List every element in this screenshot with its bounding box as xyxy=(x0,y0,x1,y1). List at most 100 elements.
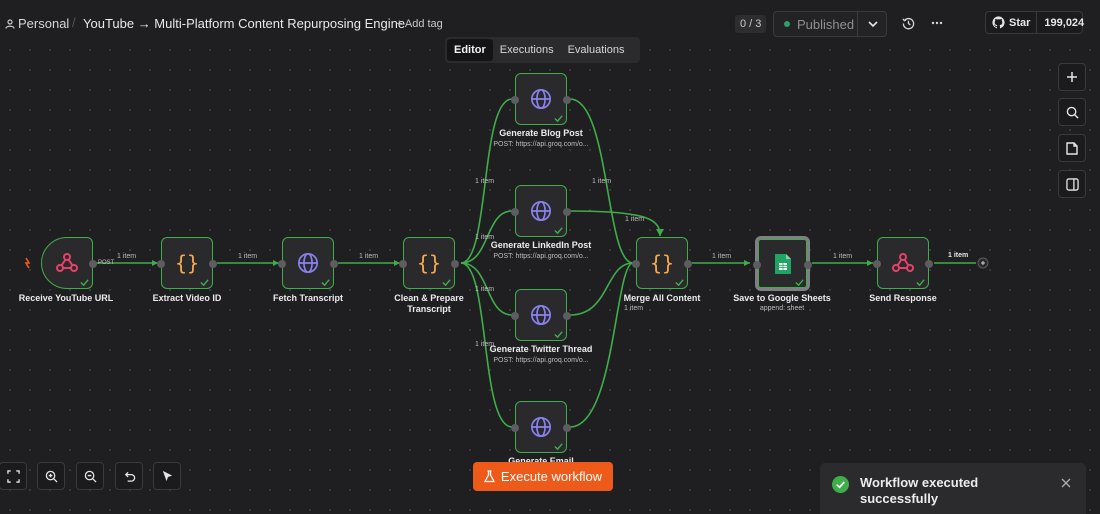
node-generate-blog-post[interactable] xyxy=(511,73,571,125)
history-icon xyxy=(901,17,914,29)
input-port[interactable] xyxy=(278,260,286,268)
globe-icon xyxy=(531,417,551,437)
execute-workflow-label: Execute workflow xyxy=(500,469,603,484)
undo-button[interactable] xyxy=(115,462,143,490)
node-generate-twitter-thread[interactable] xyxy=(511,289,571,341)
ellipsis-icon xyxy=(931,21,943,25)
input-port[interactable] xyxy=(511,424,519,432)
zoom-in-button[interactable] xyxy=(37,462,65,490)
more-options-button[interactable] xyxy=(929,15,945,31)
input-port[interactable] xyxy=(873,260,881,268)
add-node-button[interactable] xyxy=(1058,63,1086,91)
cursor-icon xyxy=(162,470,172,481)
edge-label: 1 item xyxy=(625,216,645,223)
input-port[interactable] xyxy=(511,96,519,104)
history-button[interactable] xyxy=(900,15,916,31)
check-icon xyxy=(321,279,330,287)
publish-status-button[interactable]: Published xyxy=(773,11,887,37)
tab-evaluations[interactable]: Evaluations xyxy=(561,39,632,61)
check-icon xyxy=(554,115,563,123)
input-port[interactable] xyxy=(511,312,519,320)
globe-icon xyxy=(531,89,551,109)
node-label: Generate Blog Post xyxy=(499,128,583,138)
input-port[interactable] xyxy=(632,260,640,268)
github-icon xyxy=(992,16,1005,29)
output-port[interactable] xyxy=(563,208,571,216)
output-port[interactable] xyxy=(209,260,217,268)
google-sheets-icon xyxy=(774,253,791,274)
node-generate-email[interactable] xyxy=(511,401,571,453)
zoom-out-button[interactable] xyxy=(76,462,104,490)
workflow-title[interactable]: YouTube → Multi-Platform Content Repurpo… xyxy=(83,16,405,31)
fit-view-button[interactable] xyxy=(0,462,27,490)
undo-icon xyxy=(124,471,135,482)
input-port[interactable] xyxy=(157,260,165,268)
edge-label: 1 item xyxy=(117,253,137,260)
globe-icon xyxy=(531,201,551,221)
add-tag-button[interactable]: + Add tag xyxy=(396,18,443,30)
check-icon xyxy=(795,279,804,287)
selection-tool-button[interactable] xyxy=(153,462,181,490)
node-fetch-transcript[interactable] xyxy=(278,237,338,289)
tab-editor[interactable]: Editor xyxy=(447,39,493,61)
code-braces-icon: {} xyxy=(174,251,200,275)
trigger-bolt-icon xyxy=(24,257,31,269)
search-nodes-button[interactable] xyxy=(1058,98,1086,126)
flask-icon xyxy=(483,470,495,483)
code-braces-icon: {} xyxy=(649,251,675,275)
github-star-label: Star xyxy=(1009,16,1031,29)
node-label: Clean & Prepare Transcript xyxy=(394,293,464,314)
node-subtitle: append: sheet xyxy=(759,305,805,312)
code-braces-icon: {} xyxy=(416,251,442,275)
node-clean-prepare-transcript[interactable]: {} xyxy=(399,237,459,289)
check-icon xyxy=(200,279,209,287)
node-subtitle: POST: https://api.groq.com/o... xyxy=(493,253,589,260)
output-port[interactable] xyxy=(563,96,571,104)
output-port[interactable] xyxy=(563,312,571,320)
node-save-to-google-sheets[interactable] xyxy=(753,236,812,291)
node-receive-youtube-url[interactable] xyxy=(41,237,97,289)
edge-label: 1 item xyxy=(359,253,379,260)
node-send-response[interactable] xyxy=(873,237,933,289)
status-label: Published xyxy=(797,16,855,32)
github-star-count: 199,024 xyxy=(1044,16,1085,29)
edge-label: 1 item xyxy=(833,253,853,260)
edge-label-post: POST xyxy=(98,260,115,266)
output-port[interactable] xyxy=(451,260,459,268)
github-star-button[interactable]: Star 199,024 xyxy=(985,11,1084,34)
toggle-panel-button[interactable] xyxy=(1058,170,1086,198)
output-port[interactable] xyxy=(925,260,933,268)
breadcrumb-workspace[interactable]: Personal xyxy=(5,16,69,31)
output-port[interactable] xyxy=(804,261,812,269)
panel-icon xyxy=(1065,177,1079,191)
zoom-out-icon xyxy=(84,470,97,483)
input-port[interactable] xyxy=(399,260,407,268)
input-port[interactable] xyxy=(753,261,761,269)
toast-message: Workflow executed successfully xyxy=(860,475,979,506)
check-icon xyxy=(554,443,563,451)
chevron-down-icon[interactable] xyxy=(867,17,879,31)
node-label: Generate Twitter Thread xyxy=(489,344,593,354)
output-port[interactable] xyxy=(563,424,571,432)
input-port[interactable] xyxy=(511,208,519,216)
node-label: Generate LinkedIn Post xyxy=(490,240,592,250)
check-icon xyxy=(916,279,925,287)
output-port[interactable] xyxy=(330,260,338,268)
plus-icon xyxy=(1067,72,1077,82)
node-label: Fetch Transcript xyxy=(272,293,344,303)
globe-icon xyxy=(531,305,551,325)
node-subtitle: POST: https://api.groq.com/o... xyxy=(493,357,589,364)
node-extract-video-id[interactable]: {} xyxy=(157,237,217,289)
close-icon[interactable] xyxy=(1061,478,1071,488)
edge-label: 1 item xyxy=(475,286,495,293)
tab-executions[interactable]: Executions xyxy=(493,39,561,61)
execute-workflow-button[interactable]: Execute workflow xyxy=(473,462,613,491)
output-port[interactable] xyxy=(684,260,692,268)
add-sticky-note-button[interactable] xyxy=(1058,134,1086,162)
output-port[interactable] xyxy=(89,260,97,268)
edge-label: 1 item xyxy=(238,253,258,260)
node-generate-linkedin-post[interactable] xyxy=(511,185,571,237)
breadcrumb-separator: / xyxy=(72,15,76,30)
success-toast: Workflow executed successfully xyxy=(820,463,1086,514)
node-merge-all-content[interactable]: {} xyxy=(632,237,692,289)
